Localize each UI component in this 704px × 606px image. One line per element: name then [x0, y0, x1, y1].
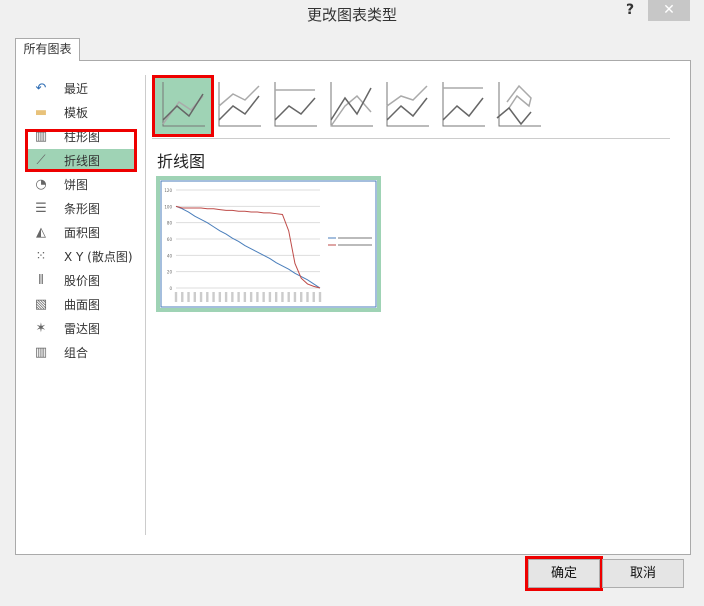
category-undo[interactable]: ↶ 最近	[27, 77, 135, 99]
x-tick-label	[181, 292, 184, 302]
category-surface-chart[interactable]: ▧ 曲面图	[27, 293, 135, 315]
x-tick-label	[281, 292, 284, 302]
x-tick-label	[199, 292, 203, 302]
x-tick-label	[231, 292, 234, 302]
x-tick-label	[249, 292, 253, 302]
subtype-100-stacked-line-markers[interactable]	[435, 78, 491, 134]
category-pie-chart[interactable]: ◔ 饼图	[27, 173, 135, 195]
x-tick-label	[312, 292, 315, 302]
x-tick-label	[224, 292, 228, 302]
area-chart-icon: ◭	[36, 224, 46, 240]
y-tick-label: 120	[164, 188, 172, 193]
folder-icon: ▬	[34, 104, 48, 120]
x-tick-label	[243, 292, 247, 302]
y-tick-label: 0	[169, 286, 172, 291]
close-button[interactable]: ✕	[648, 0, 690, 21]
dialog-title: 更改图表类型	[306, 6, 397, 24]
x-tick-label	[256, 292, 259, 302]
highlight-box	[525, 556, 603, 591]
highlight-box	[25, 129, 137, 172]
divider	[145, 75, 146, 535]
category-label: 股价图	[64, 273, 101, 288]
x-tick-label	[274, 292, 278, 302]
y-tick-label: 100	[164, 204, 172, 209]
cancel-button[interactable]: 取消	[602, 559, 684, 588]
category-label: 饼图	[64, 177, 89, 192]
highlight-box	[152, 75, 214, 137]
y-tick-label: 40	[167, 253, 173, 258]
radar-chart-icon: ✶	[35, 320, 47, 336]
subtype-stacked-line[interactable]	[211, 78, 267, 134]
category-label: 模板	[64, 105, 89, 120]
x-tick-label	[206, 292, 209, 302]
subtype-heading: 折线图	[157, 152, 206, 171]
x-tick-label	[193, 292, 196, 302]
undo-icon: ↶	[35, 80, 47, 96]
x-tick-label	[262, 292, 265, 302]
divider	[152, 138, 670, 139]
legend-text	[338, 237, 372, 239]
surface-chart-icon: ▧	[34, 296, 48, 312]
x-tick-label	[300, 292, 303, 302]
stock-chart-icon: ⫴	[38, 272, 44, 288]
category-radar-chart[interactable]: ✶ 雷达图	[27, 317, 135, 339]
preview-chart: 0 20 40 60 80 100 120	[160, 180, 377, 308]
category-label: X Y (散点图)	[64, 249, 133, 264]
category-label: 面积图	[64, 225, 101, 240]
x-tick-label	[237, 292, 240, 302]
subtype-stacked-line-markers[interactable]	[379, 78, 435, 134]
x-tick-label	[218, 292, 222, 302]
y-tick-label: 20	[167, 270, 173, 275]
category-label: 雷达图	[64, 321, 101, 336]
x-tick-label	[293, 292, 297, 302]
category-label: 组合	[64, 345, 89, 360]
y-tick-label: 60	[167, 237, 173, 242]
x-tick-label	[287, 292, 290, 302]
category-folder[interactable]: ▬ 模板	[27, 101, 135, 123]
x-tick-label	[187, 292, 190, 302]
category-bar-chart[interactable]: ☰ 条形图	[27, 197, 135, 219]
y-tick-label: 80	[167, 221, 173, 226]
combo-chart-icon: ▥	[34, 344, 48, 360]
tab-all-charts[interactable]: 所有图表	[15, 38, 80, 61]
category-label: 条形图	[64, 201, 101, 216]
bar-chart-icon: ☰	[35, 200, 47, 216]
scatter-chart-icon: ⁙	[35, 248, 47, 264]
pie-chart-icon: ◔	[35, 176, 47, 192]
series-line	[175, 205, 321, 289]
subtype-3d-line[interactable]	[491, 78, 547, 134]
x-tick-label	[318, 292, 322, 302]
category-combo-chart[interactable]: ▥ 组合	[27, 341, 135, 363]
category-scatter-chart[interactable]: ⁙ X Y (散点图)	[27, 245, 135, 267]
subtype-100-stacked-line[interactable]	[267, 78, 323, 134]
category-label: 曲面图	[64, 297, 101, 312]
x-tick-label	[306, 292, 309, 302]
help-button[interactable]: ?	[626, 2, 634, 18]
category-area-chart[interactable]: ◭ 面积图	[27, 221, 135, 243]
legend-text	[338, 244, 372, 246]
category-stock-chart[interactable]: ⫴ 股价图	[27, 269, 135, 291]
subtype-line-markers[interactable]	[323, 78, 379, 134]
x-tick-label	[268, 292, 272, 302]
chart-preview: 0 20 40 60 80 100 120	[156, 176, 381, 312]
x-tick-label	[174, 292, 178, 302]
category-label: 最近	[64, 81, 89, 96]
x-tick-label	[212, 292, 215, 302]
